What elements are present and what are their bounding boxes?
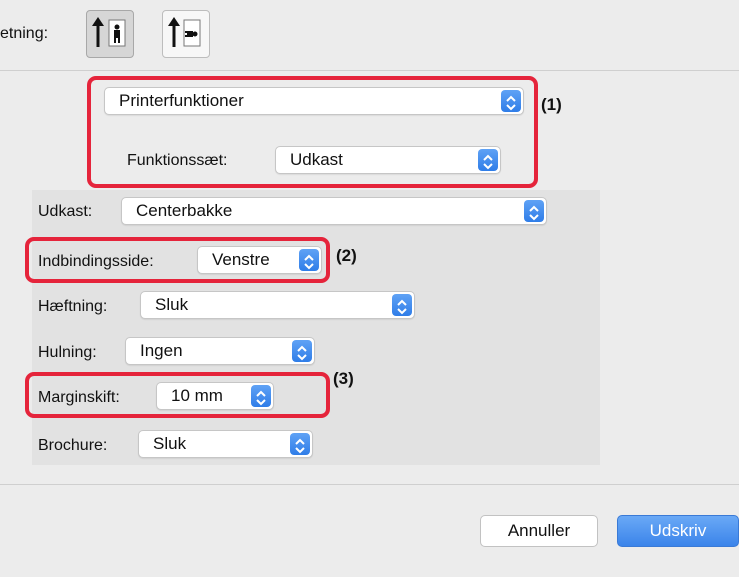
options-group	[32, 190, 600, 465]
annotation-2: (2)	[336, 246, 357, 265]
annotation-1: (1)	[541, 95, 562, 114]
stapling-value: Sluk	[155, 295, 189, 314]
annotation-3: (3)	[333, 369, 354, 388]
print-dialog-panel: etning: Printerfunktioner Funktionssæt: …	[0, 0, 739, 577]
chevron-updown-icon	[292, 340, 312, 362]
landscape-orientation-icon	[168, 17, 201, 47]
section-divider	[0, 70, 739, 71]
udkast-select[interactable]: Centerbakke	[121, 197, 547, 225]
highlight-box-1	[87, 76, 538, 188]
punching-value: Ingen	[140, 341, 183, 360]
stapling-select[interactable]: Sluk	[140, 291, 415, 319]
udkast-value: Centerbakke	[136, 201, 233, 220]
highlight-box-3	[25, 372, 330, 418]
highlight-box-2	[25, 237, 330, 283]
brochure-label: Brochure:	[38, 437, 108, 454]
chevron-updown-icon	[392, 294, 412, 316]
chevron-updown-icon	[290, 433, 310, 455]
print-button[interactable]: Udskriv	[617, 515, 739, 547]
punching-label: Hulning:	[38, 344, 97, 361]
brochure-value: Sluk	[153, 434, 187, 453]
orientation-label: etning:	[0, 25, 49, 42]
portrait-orientation-icon	[92, 17, 126, 47]
portrait-orientation-button[interactable]	[86, 10, 134, 58]
stapling-label: Hæftning:	[38, 298, 108, 315]
udkast-label: Udkast:	[38, 203, 93, 220]
brochure-select[interactable]: Sluk	[138, 430, 313, 458]
punching-select[interactable]: Ingen	[125, 337, 315, 365]
footer-divider	[0, 484, 739, 485]
chevron-updown-icon	[524, 200, 544, 222]
landscape-orientation-button[interactable]	[162, 10, 210, 58]
cancel-button[interactable]: Annuller	[480, 515, 598, 547]
